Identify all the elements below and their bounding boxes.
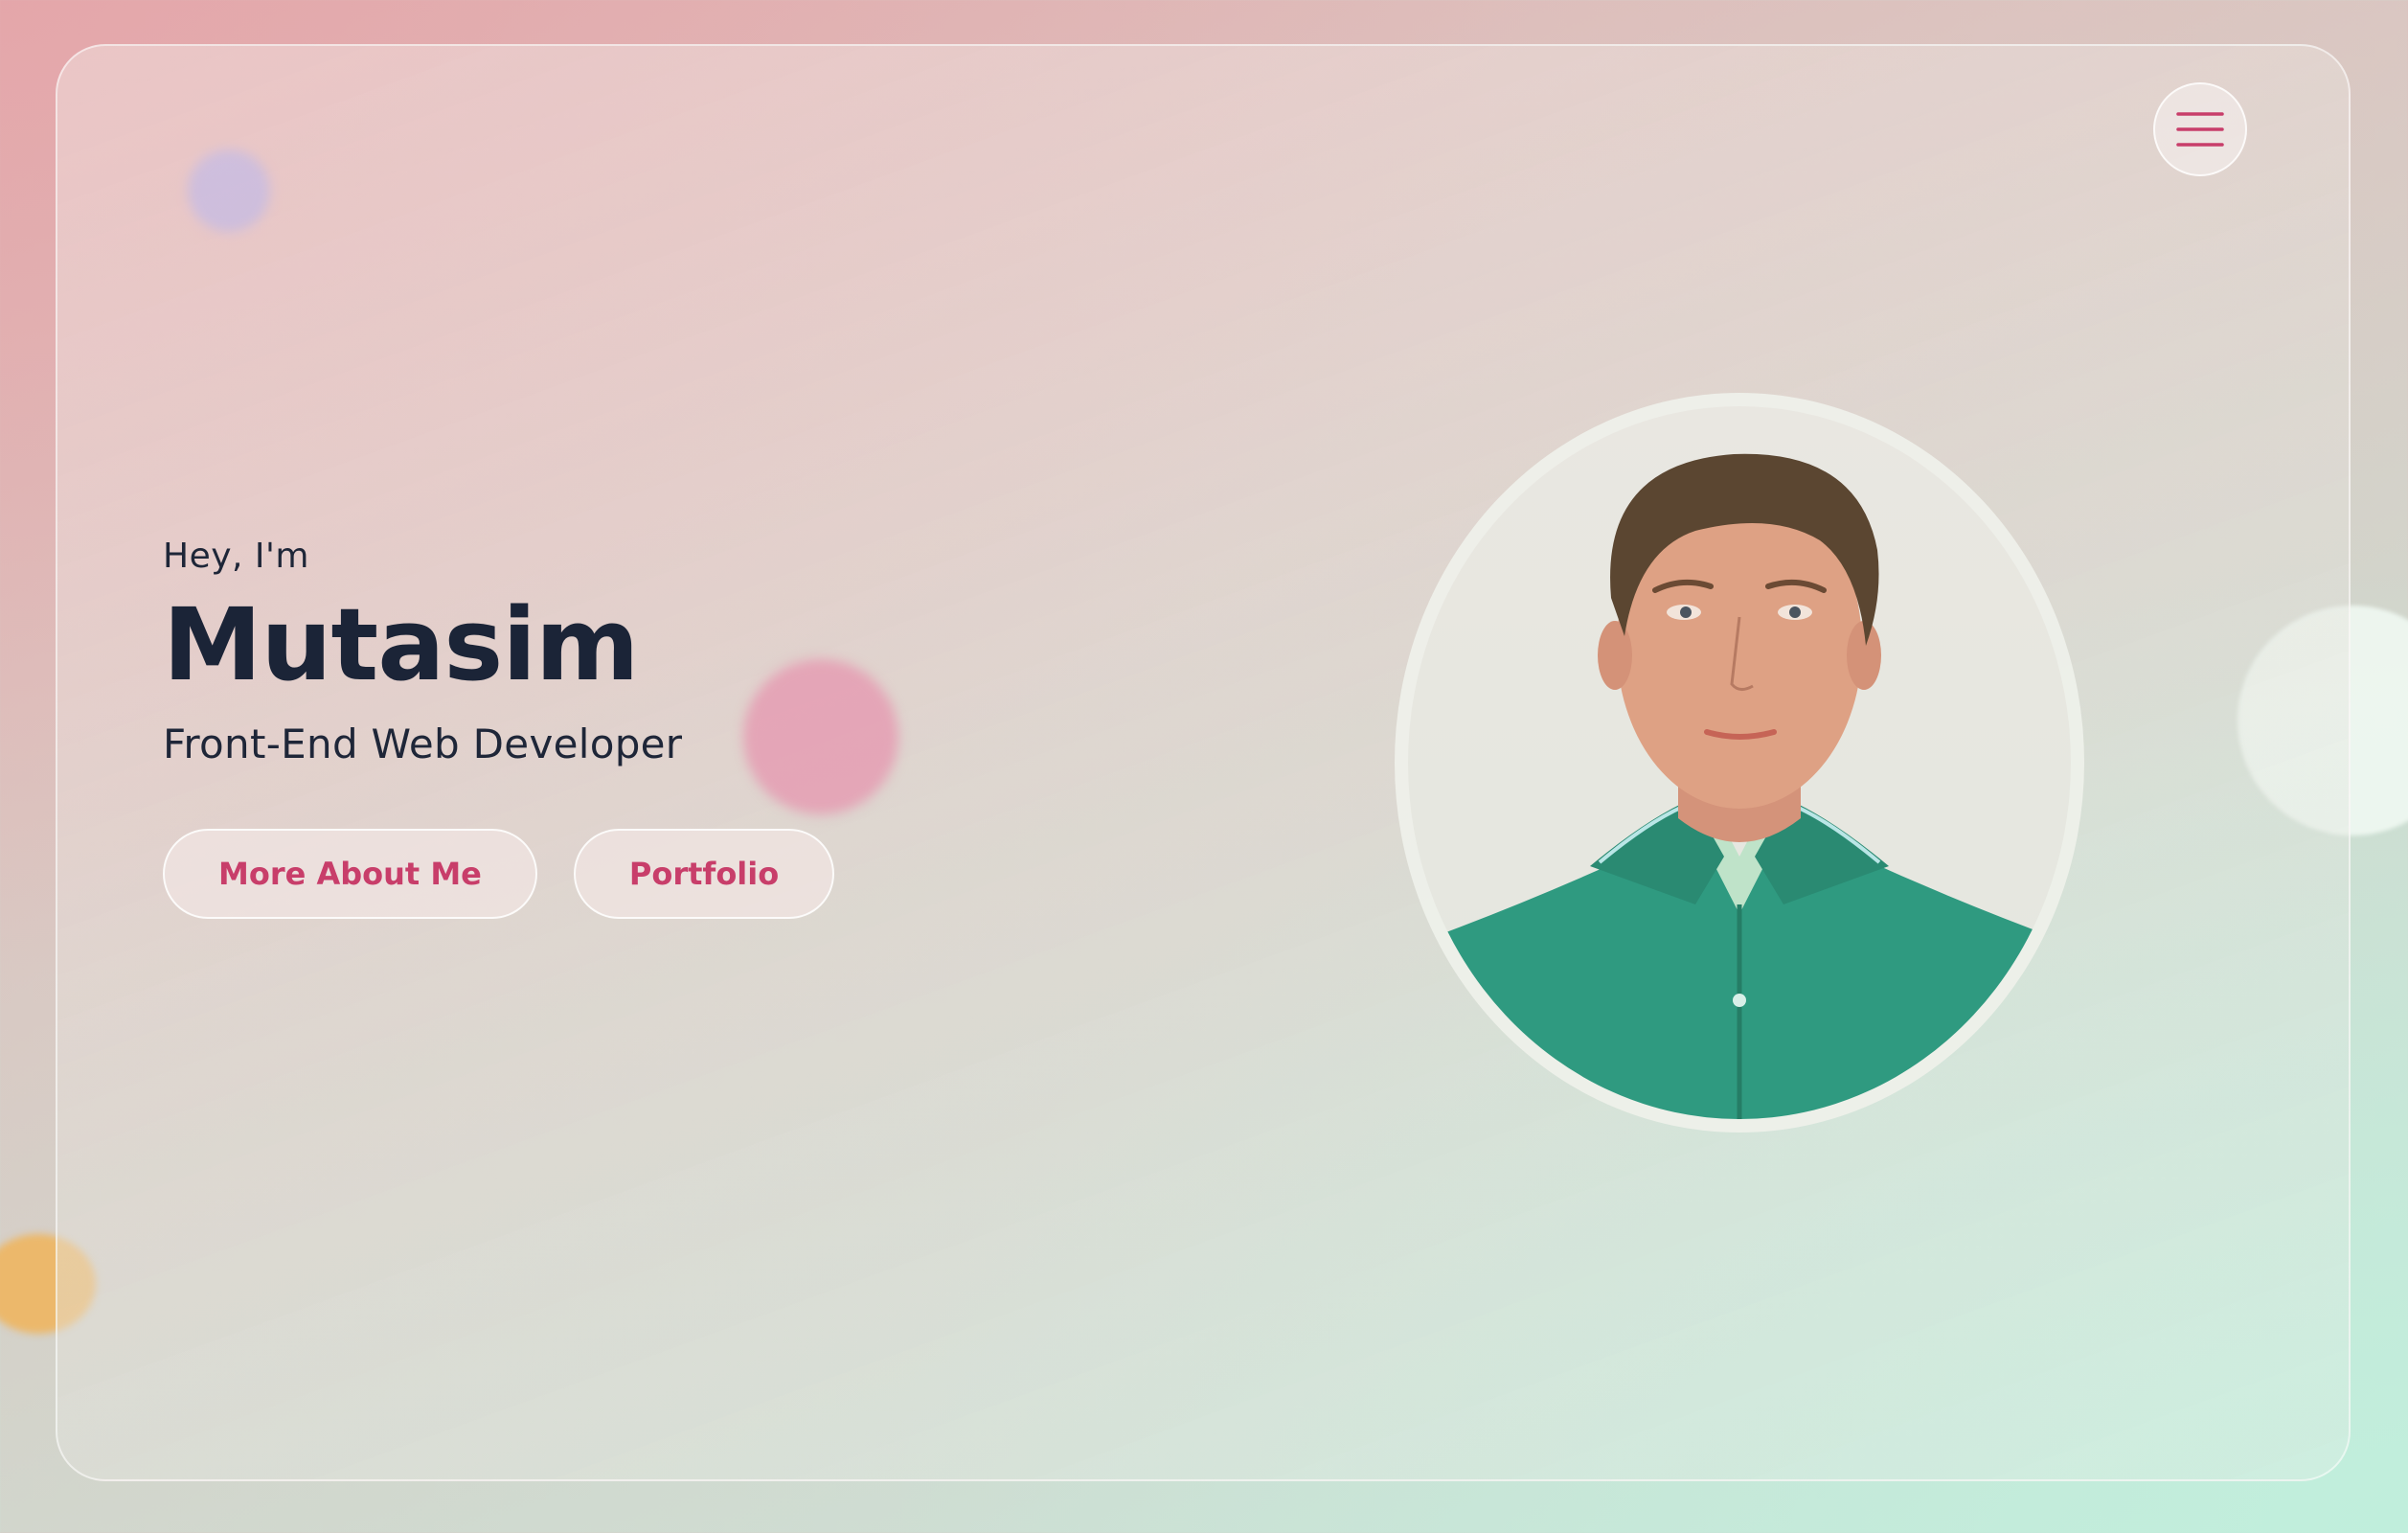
hamburger-menu-icon	[2176, 110, 2224, 149]
portrait-frame	[1395, 393, 2084, 1133]
hero-greeting: Hey, I'm	[163, 537, 309, 576]
portrait-photo	[1408, 406, 2071, 1119]
hero-text-block: Hey, I'm Mutasim Front-End Web Developer…	[163, 537, 1216, 920]
more-about-me-button[interactable]: More About Me	[163, 829, 537, 920]
cta-row: More About Me Portfolio	[163, 829, 1216, 920]
portfolio-button[interactable]: Portfolio	[573, 829, 835, 920]
hero-name: Mutasim	[163, 586, 639, 703]
menu-button[interactable]	[2153, 82, 2247, 176]
hero-role: Front-End Web Developer	[163, 721, 683, 768]
